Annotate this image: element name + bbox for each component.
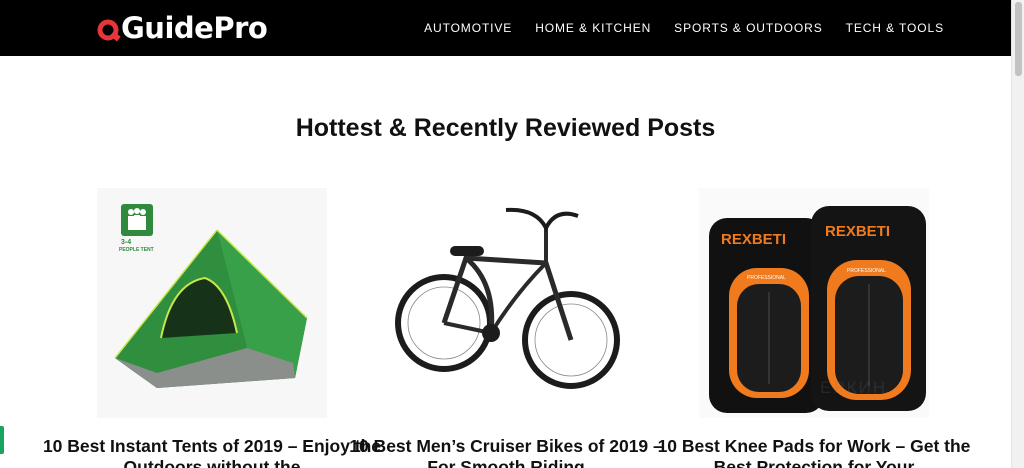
nav-item-tech-tools[interactable]: TECH & TOOLS xyxy=(846,21,944,35)
bike-image xyxy=(395,207,620,389)
logo-mark-icon xyxy=(97,19,121,42)
scrollbar-thumb[interactable] xyxy=(1015,2,1022,76)
post-card-tent[interactable]: 3-4 PEOPLE TENT 10 Best Instant Tents of… xyxy=(43,188,381,468)
post-image-tent[interactable]: 3-4 PEOPLE TENT xyxy=(62,188,362,418)
tent-image: 3-4 PEOPLE TENT xyxy=(97,188,327,418)
tent-badge-label: PEOPLE TENT xyxy=(119,247,154,253)
post-card-knee-pads[interactable]: REXBETI REXBETI PROFESSIONAL PROFESSIONA… xyxy=(658,188,970,468)
site-header: GuidePro AUTOMOTIVE HOME & KITCHEN SPORT… xyxy=(0,0,1011,56)
section-title: Hottest & Recently Reviewed Posts xyxy=(295,114,716,142)
post-image-bike[interactable] xyxy=(356,188,656,418)
nav-item-sports-outdoors[interactable]: SPORTS & OUTDOORS xyxy=(674,21,822,35)
post-title-knee-pads[interactable]: 10 Best Knee Pads for Work – Get the Bes… xyxy=(644,436,984,468)
logo-text: GuidePro xyxy=(121,11,268,45)
page-scrollbar[interactable] xyxy=(1011,0,1024,468)
knee-pads-image: REXBETI REXBETI PROFESSIONAL PROFESSIONA… xyxy=(699,188,929,418)
site-logo[interactable]: GuidePro xyxy=(96,8,268,48)
knee-sub-left: PROFESSIONAL xyxy=(747,275,786,281)
post-image-knee-pads[interactable]: REXBETI REXBETI PROFESSIONAL PROFESSIONA… xyxy=(664,188,964,418)
watermark: ЕРКИН xyxy=(820,378,888,397)
side-feedback-tab[interactable] xyxy=(0,426,4,454)
post-title-bike[interactable]: 10 Best Men’s Cruiser Bikes of 2019 – Fo… xyxy=(336,436,676,468)
knee-sub-right: PROFESSIONAL xyxy=(847,268,886,274)
post-title-tent[interactable]: 10 Best Instant Tents of 2019 – Enjoy th… xyxy=(42,436,382,468)
post-card-bike[interactable]: 10 Best Men’s Cruiser Bikes of 2019 – Fo… xyxy=(349,188,663,468)
nav-item-automotive[interactable]: AUTOMOTIVE xyxy=(424,21,512,35)
knee-brand-right: REXBETI xyxy=(825,223,890,240)
tent-badge-number: 3-4 xyxy=(121,239,131,246)
knee-brand-left: REXBETI xyxy=(721,231,786,248)
nav-item-home-kitchen[interactable]: HOME & KITCHEN xyxy=(535,21,651,35)
main-nav: AUTOMOTIVE HOME & KITCHEN SPORTS & OUTDO… xyxy=(424,0,944,56)
